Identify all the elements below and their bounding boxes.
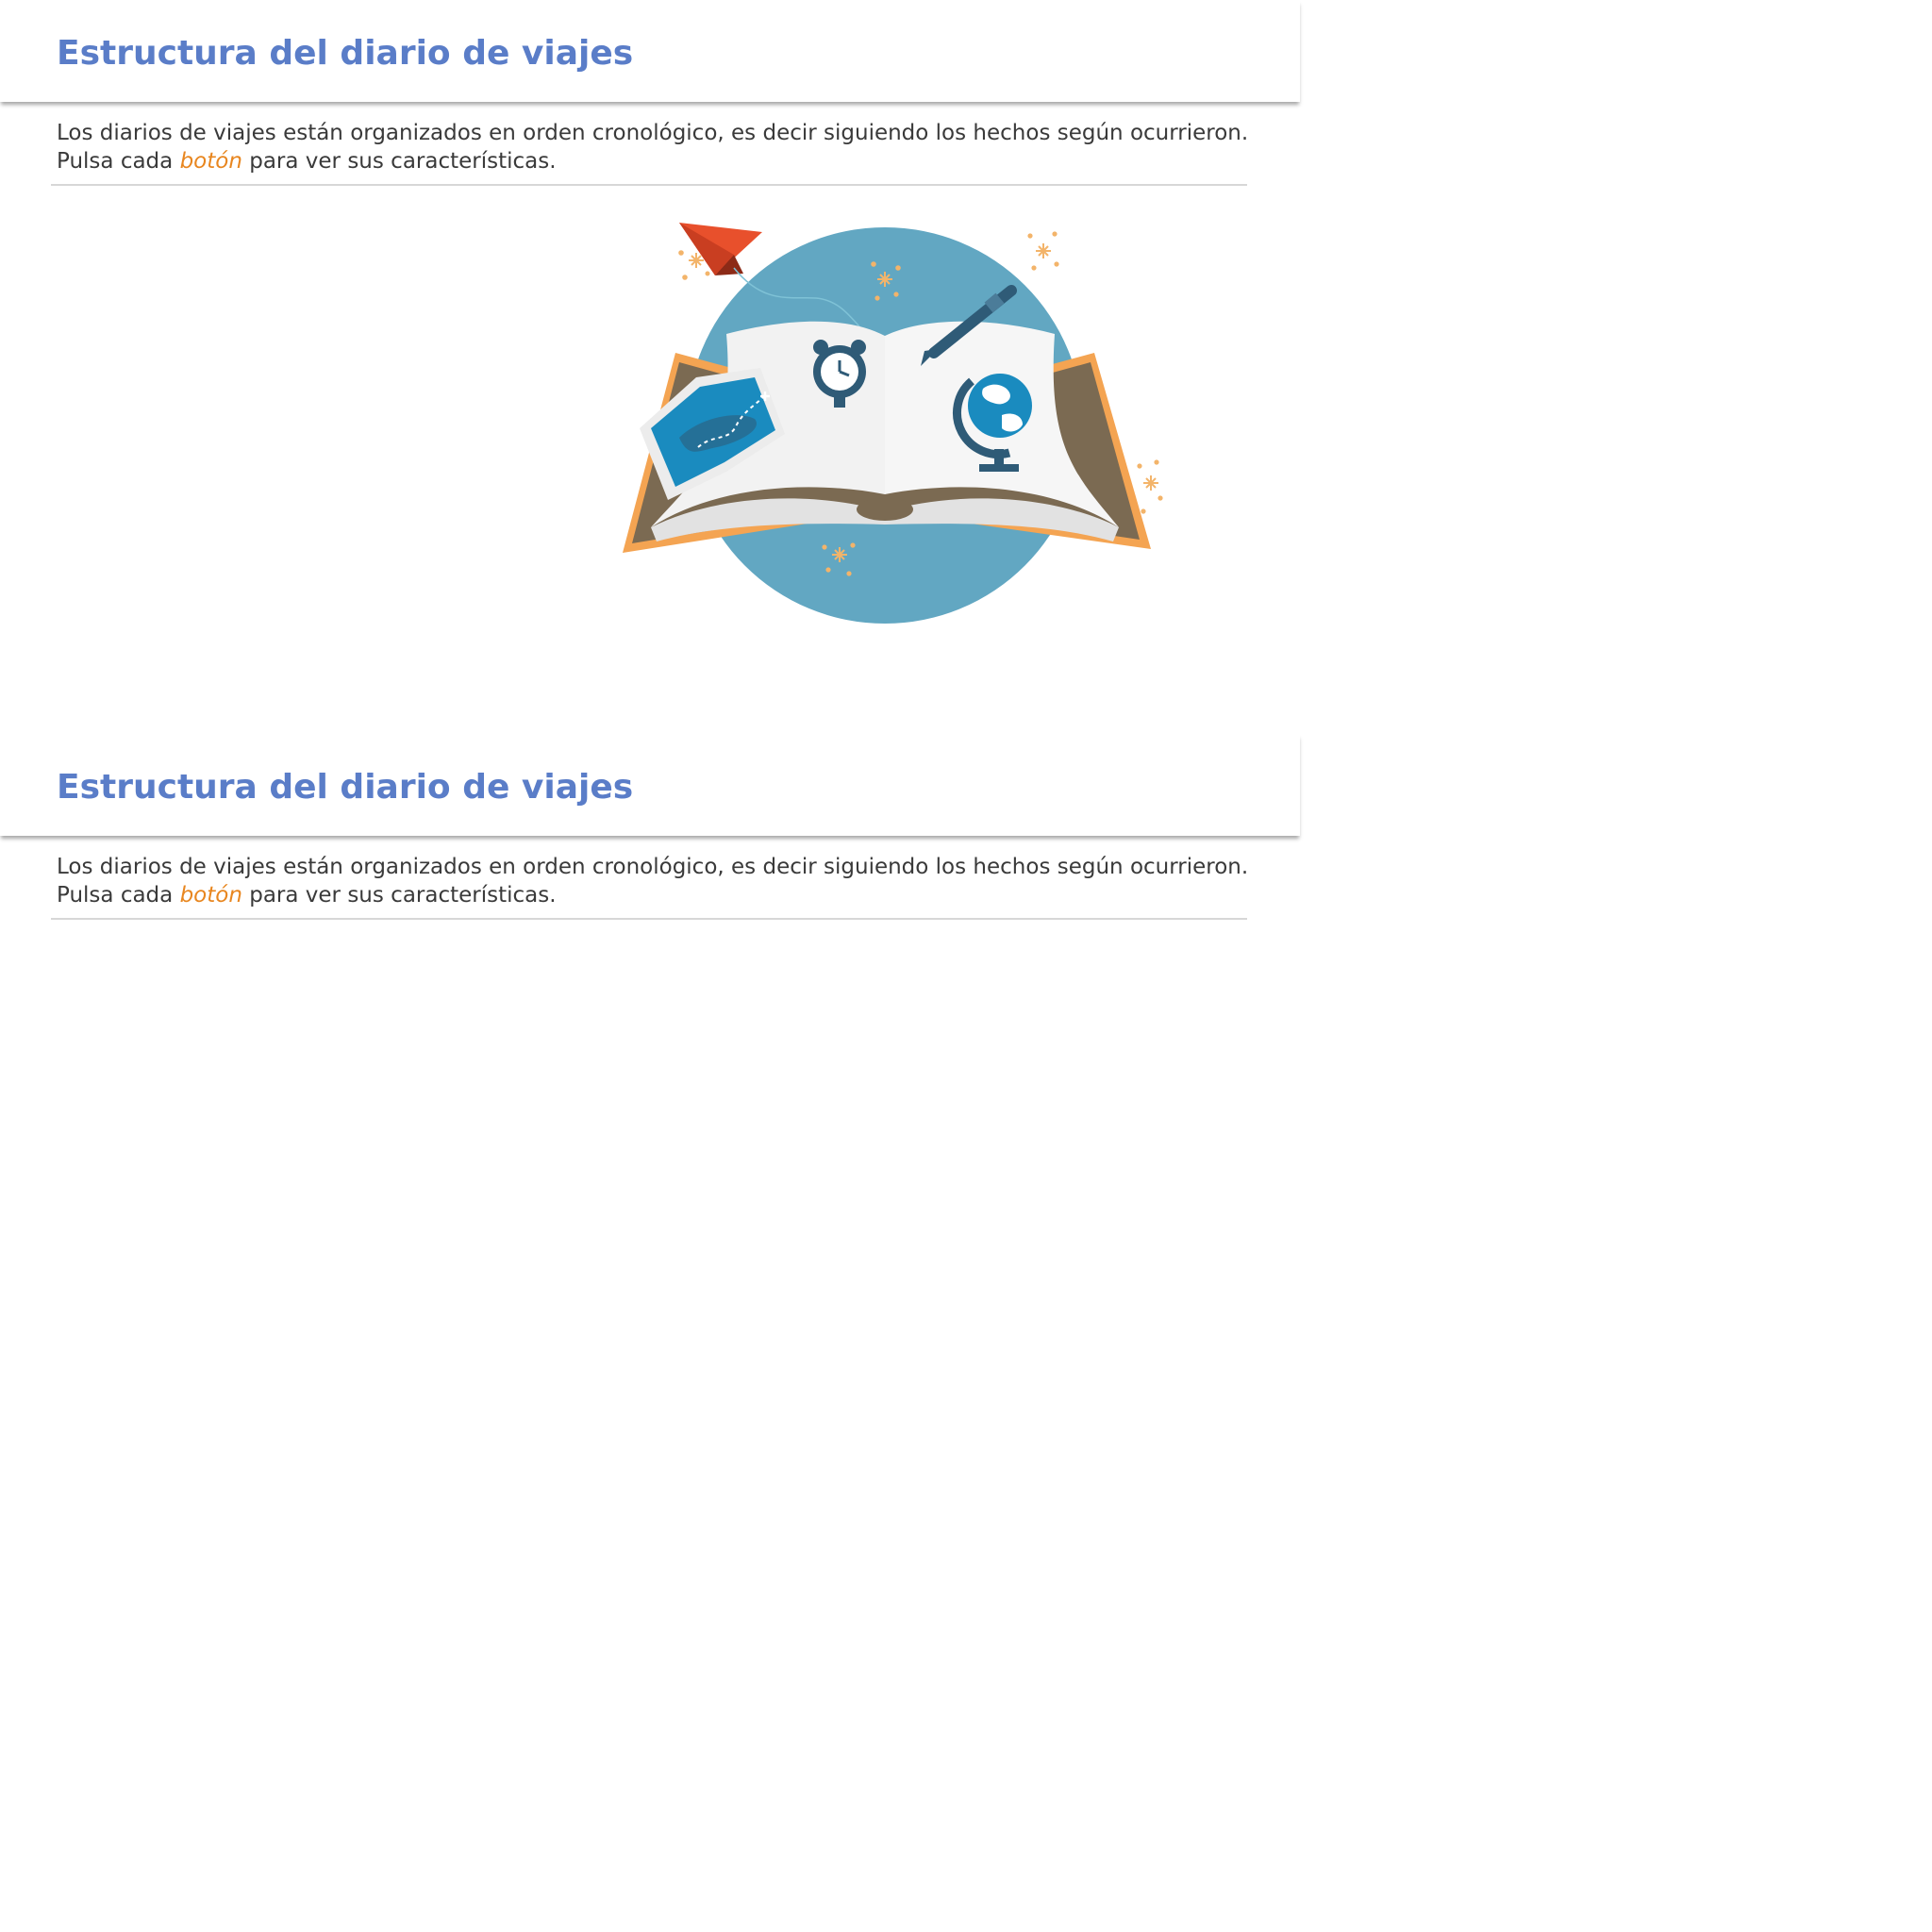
intro-line-1: Los diarios de viajes están organizados … xyxy=(57,855,1249,879)
intro-line-2: Pulsa cada botón para ver sus caracterís… xyxy=(57,881,1245,909)
section-travel-journal-2: Estructura del diario de viajes Los diar… xyxy=(0,734,1302,920)
header-band: Estructura del diario de viajes xyxy=(0,734,1300,836)
intro-line-2-end: para ver sus características. xyxy=(242,883,557,908)
intro-line-2-start: Pulsa cada xyxy=(57,883,180,908)
button-word: botón xyxy=(179,149,242,174)
page-title: Estructura del diario de viajes xyxy=(57,768,634,807)
intro-text: Los diarios de viajes están organizados … xyxy=(57,119,1249,175)
travel-journal-illustration xyxy=(623,223,1163,624)
intro-line-2-start: Pulsa cada xyxy=(57,149,180,174)
button-word: botón xyxy=(179,883,242,908)
page-title: Estructura del diario de viajes xyxy=(57,34,634,73)
intro-line-2-end: para ver sus características. xyxy=(242,149,557,174)
header-band: Estructura del diario de viajes xyxy=(0,0,1300,102)
intro-line-2: Pulsa cada botón para ver sus caracterís… xyxy=(57,147,1245,175)
intro-text: Los diarios de viajes están organizados … xyxy=(57,853,1249,909)
divider xyxy=(51,918,1247,920)
divider xyxy=(51,184,1247,186)
intro-line-1: Los diarios de viajes están organizados … xyxy=(57,121,1249,145)
section-travel-journal-1: Estructura del diario de viajes Los diar… xyxy=(0,0,1302,624)
